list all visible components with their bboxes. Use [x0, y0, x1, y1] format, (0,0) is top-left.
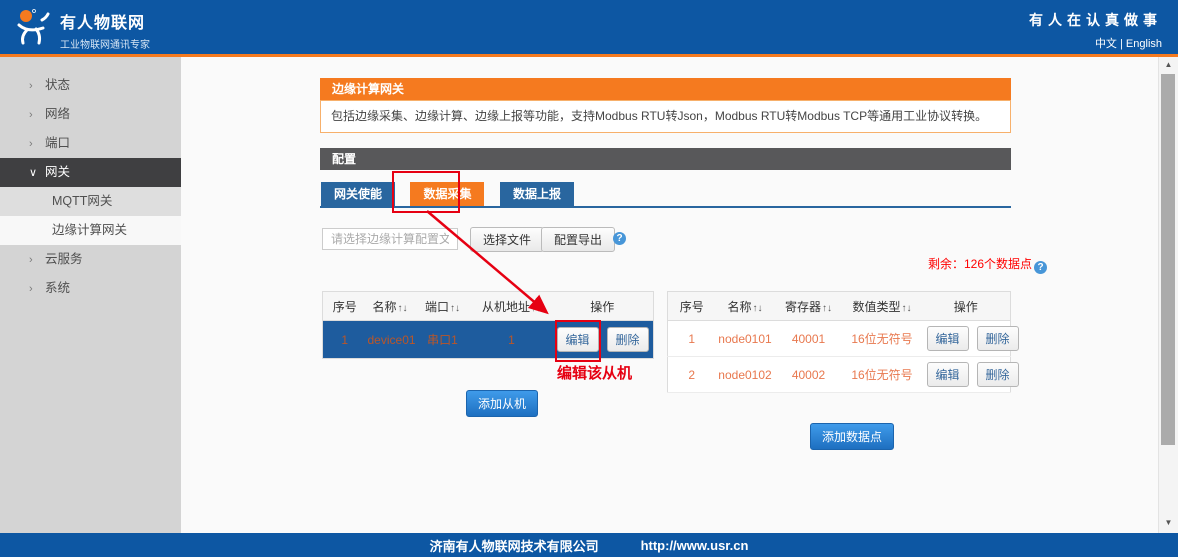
sidebar-item-cloud[interactable]: ›云服务 — [0, 245, 181, 274]
export-config-button[interactable]: 配置导出 — [541, 227, 615, 252]
cell-actions: 编辑删除 — [922, 357, 1011, 393]
tab-gateway-enable[interactable]: 网关使能 — [321, 182, 395, 206]
data-point-table: 序号 名称↑↓ 寄存器↑↓ 数值类型↑↓ 操作 1 node0101 40001… — [667, 291, 1011, 393]
lang-divider: | — [1120, 38, 1123, 50]
chevron-right-icon: › — [29, 130, 45, 159]
footer: 济南有人物联网技术有限公司 http://www.usr.cn — [0, 533, 1178, 557]
brand-block: 有人物联网 工业物联网通讯专家 — [60, 9, 150, 51]
cell-name: node0101 — [716, 321, 775, 357]
choose-file-button[interactable]: 选择文件 — [470, 227, 544, 252]
col-seq-header: 序号 — [323, 292, 367, 321]
point-table-row[interactable]: 1 node0101 40001 16位无符号 编辑删除 — [668, 321, 1011, 357]
sort-icon: ↑↓ — [531, 303, 541, 314]
point-table-header-row: 序号 名称↑↓ 寄存器↑↓ 数值类型↑↓ 操作 — [668, 292, 1011, 321]
sidebar-item-status[interactable]: ›状态 — [0, 71, 181, 100]
tab-data-report[interactable]: 数据上报 — [500, 182, 574, 206]
sidebar-item-gateway[interactable]: ∨网关 — [0, 158, 181, 187]
point-table-row[interactable]: 2 node0102 40002 16位无符号 编辑删除 — [668, 357, 1011, 393]
scrollbar-thumb[interactable] — [1161, 74, 1175, 445]
edit-point-button[interactable]: 编辑 — [927, 362, 969, 387]
sidebar-item-mqtt-gateway[interactable]: MQTT网关 — [0, 187, 181, 216]
tab-bar: 网关使能 数据采集 数据上报 — [321, 182, 585, 206]
tab-underline — [320, 206, 1011, 208]
config-file-input[interactable] — [322, 228, 458, 250]
col-value-type-header[interactable]: 数值类型↑↓ — [843, 292, 922, 321]
section-title: 配置 — [320, 148, 1011, 170]
sidebar-item-network[interactable]: ›网络 — [0, 100, 181, 129]
scroll-down-icon[interactable]: ▼ — [1159, 515, 1178, 531]
language-switch: 中文 | English — [1029, 35, 1162, 51]
cell-register: 40001 — [775, 321, 843, 357]
col-actions-header: 操作 — [922, 292, 1011, 321]
page-description: 包括边缘采集、边缘计算、边缘上报等功能，支持Modbus RTU转Json，Mo… — [320, 100, 1011, 133]
device-table: 序号 名称↑↓ 端口↑↓ 从机地址↑↓ 操作 1 device01 串口1 1 … — [322, 291, 654, 359]
col-seq-header: 序号 — [668, 292, 716, 321]
chevron-right-icon: › — [29, 72, 45, 101]
brand-title: 有人物联网 — [60, 9, 150, 33]
footer-company: 济南有人物联网技术有限公司 — [430, 536, 599, 555]
col-actions-header: 操作 — [552, 292, 654, 321]
cell-type: 16位无符号 — [843, 357, 922, 393]
sort-icon: ↑↓ — [450, 303, 460, 314]
col-name-header[interactable]: 名称↑↓ — [716, 292, 775, 321]
add-slave-button[interactable]: 添加从机 — [466, 390, 538, 417]
col-slave-addr-header[interactable]: 从机地址↑↓ — [472, 292, 552, 321]
page-title: 边缘计算网关 — [320, 78, 1011, 100]
cell-type: 16位无符号 — [843, 321, 922, 357]
chevron-down-icon: ∨ — [29, 159, 45, 188]
device-table-header-row: 序号 名称↑↓ 端口↑↓ 从机地址↑↓ 操作 — [323, 292, 654, 321]
sidebar-item-port[interactable]: ›端口 — [0, 129, 181, 158]
scroll-up-icon[interactable]: ▲ — [1159, 57, 1178, 73]
brand-logo-icon — [14, 8, 54, 46]
lang-zh-link[interactable]: 中文 — [1095, 38, 1117, 50]
cell-seq: 1 — [323, 321, 367, 359]
chevron-right-icon: › — [29, 246, 45, 275]
sort-icon: ↑↓ — [902, 303, 912, 314]
sort-icon: ↑↓ — [822, 303, 832, 314]
device-table-row[interactable]: 1 device01 串口1 1 编辑删除 — [323, 321, 654, 359]
edit-point-button[interactable]: 编辑 — [927, 326, 969, 351]
sort-icon: ↑↓ — [398, 303, 408, 314]
cell-name: device01 — [367, 321, 414, 359]
sidebar-item-system[interactable]: ›系统 — [0, 274, 181, 303]
vertical-scrollbar[interactable]: ▲ ▼ — [1158, 57, 1178, 533]
lang-en-link[interactable]: English — [1126, 38, 1162, 50]
cell-actions: 编辑删除 — [552, 321, 654, 359]
chevron-right-icon: › — [29, 101, 45, 130]
export-info-icon[interactable]: ? — [613, 232, 626, 245]
cell-port: 串口1 — [414, 321, 472, 359]
cell-seq: 1 — [668, 321, 716, 357]
remaining-points-label: 剩余：126个数据点? — [700, 255, 1047, 274]
cell-actions: 编辑删除 — [922, 321, 1011, 357]
chevron-right-icon: › — [29, 275, 45, 304]
annotation-label: 编辑该从机 — [557, 362, 632, 383]
col-name-header[interactable]: 名称↑↓ — [367, 292, 414, 321]
sort-icon: ↑↓ — [753, 303, 763, 314]
delete-point-button[interactable]: 删除 — [977, 362, 1019, 387]
cell-addr: 1 — [472, 321, 552, 359]
cell-seq: 2 — [668, 357, 716, 393]
tab-data-collection[interactable]: 数据采集 — [410, 182, 484, 206]
header-slogan: 有人在认真做事 — [1029, 10, 1162, 30]
col-register-header[interactable]: 寄存器↑↓ — [775, 292, 843, 321]
page: 有人物联网 工业物联网通讯专家 有人在认真做事 中文 | English ›状态… — [0, 0, 1178, 557]
delete-point-button[interactable]: 删除 — [977, 326, 1019, 351]
add-data-point-button[interactable]: 添加数据点 — [810, 423, 894, 450]
footer-url-link[interactable]: http://www.usr.cn — [641, 538, 749, 553]
col-port-header[interactable]: 端口↑↓ — [414, 292, 472, 321]
brand-subtitle: 工业物联网通讯专家 — [60, 36, 150, 51]
remaining-info-icon[interactable]: ? — [1034, 261, 1047, 274]
cell-name: node0102 — [716, 357, 775, 393]
sidebar-nav: ›状态 ›网络 ›端口 ∨网关 MQTT网关 边缘计算网关 ›云服务 ›系统 — [0, 57, 181, 533]
edit-device-button[interactable]: 编辑 — [557, 327, 599, 352]
delete-device-button[interactable]: 删除 — [607, 327, 649, 352]
sidebar-item-edge-gateway[interactable]: 边缘计算网关 — [0, 216, 181, 245]
cell-register: 40002 — [775, 357, 843, 393]
top-header: 有人物联网 工业物联网通讯专家 有人在认真做事 中文 | English — [0, 0, 1178, 57]
